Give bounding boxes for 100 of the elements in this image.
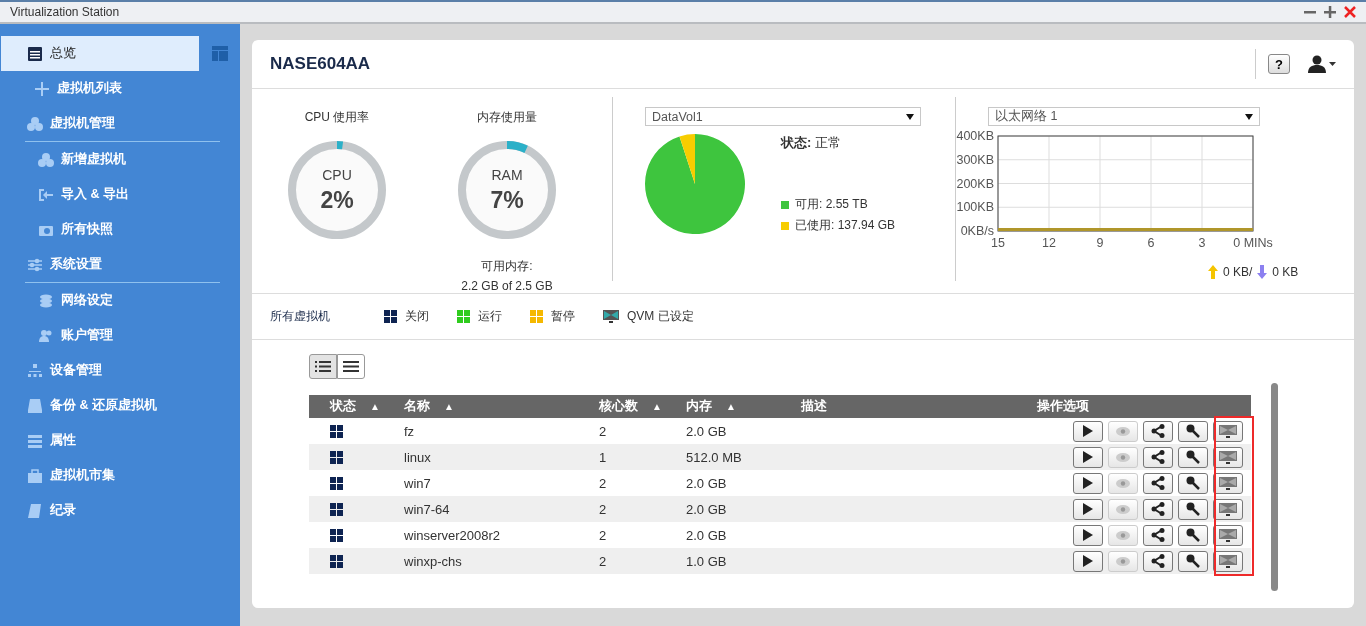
column-header[interactable]: 核心数: [599, 398, 638, 415]
table-cell-text: 512.0 MB: [685, 449, 743, 465]
console-button[interactable]: [1213, 472, 1243, 494]
sidebar-item[interactable]: 备份 & 还原虚拟机: [1, 388, 199, 423]
sidebar-item[interactable]: 网络设定: [0, 283, 220, 318]
table-cell-text: winxp-chs: [403, 553, 463, 569]
help-button[interactable]: ?: [1268, 54, 1290, 74]
key-button[interactable]: [1178, 446, 1208, 468]
key-button[interactable]: [1178, 524, 1208, 546]
table-cell-text: fz: [403, 423, 416, 439]
sidebar-item[interactable]: 属性: [1, 423, 199, 458]
console-button[interactable]: [1213, 420, 1243, 442]
axis-label: 12: [1042, 236, 1056, 250]
sort-arrow[interactable]: ▲: [726, 401, 736, 412]
console-button[interactable]: [1213, 524, 1243, 546]
share-icon: [1151, 424, 1165, 438]
sidebar-item[interactable]: 账户管理: [0, 318, 220, 353]
table-cell-text: 2.0 GB: [685, 423, 728, 439]
play-icon: [1083, 503, 1093, 515]
sidebar-item[interactable]: 所有快照: [0, 212, 220, 247]
detail-view-button[interactable]: [309, 354, 337, 379]
volume-select[interactable]: DataVol1: [645, 107, 921, 126]
interface-select[interactable]: 以太网络 1: [988, 107, 1260, 126]
key-button[interactable]: [1178, 420, 1208, 442]
sort-arrow[interactable]: ▲: [370, 401, 380, 412]
axis-label: 9: [1096, 236, 1104, 250]
share-icon: [1151, 450, 1165, 464]
maximize-icon[interactable]: [1324, 6, 1336, 18]
column-header[interactable]: 操作选项: [1037, 398, 1089, 415]
column-header[interactable]: 内存: [686, 398, 712, 415]
table-row[interactable]: winxp-chs 2 1.0 GB: [309, 548, 1251, 574]
column-header[interactable]: 描述: [801, 398, 827, 415]
memory-label: 可用内存:: [481, 258, 533, 275]
gauge-title: 内存使用量: [477, 109, 537, 126]
share-button[interactable]: [1143, 498, 1173, 520]
column-header[interactable]: 名称: [404, 398, 430, 415]
share-button[interactable]: [1143, 420, 1173, 442]
column-header[interactable]: 状态: [330, 398, 356, 415]
monitor-icon: [1219, 528, 1237, 542]
share-icon: [1151, 554, 1165, 568]
key-button[interactable]: [1178, 550, 1208, 572]
sidebar-item[interactable]: 设备管理: [1, 353, 199, 388]
gauge-label: CPU: [322, 166, 352, 183]
key-icon: [1186, 502, 1200, 516]
sidebar-item[interactable]: 总览: [1, 36, 199, 71]
gauge-value: 7%: [490, 186, 524, 214]
sidebar-item[interactable]: 新增虚拟机: [0, 142, 220, 177]
share-button[interactable]: [1143, 550, 1173, 572]
monitor-icon: [1219, 476, 1237, 490]
monitor-icon: [603, 310, 619, 323]
eye-icon: [1116, 452, 1130, 462]
table-cell-text: 2: [598, 527, 608, 543]
table-row[interactable]: win7-64 2 2.0 GB: [309, 496, 1251, 522]
sidebar-item[interactable]: 虚拟机管理: [1, 106, 199, 141]
share-button[interactable]: [1143, 472, 1173, 494]
play-button[interactable]: [1073, 446, 1103, 468]
play-button[interactable]: [1073, 420, 1103, 442]
play-icon: [1083, 425, 1093, 437]
share-button[interactable]: [1143, 446, 1173, 468]
key-button[interactable]: [1178, 498, 1208, 520]
share-button[interactable]: [1143, 524, 1173, 546]
sort-arrow[interactable]: ▲: [444, 401, 454, 412]
console-button[interactable]: [1213, 446, 1243, 468]
play-button[interactable]: [1073, 524, 1103, 546]
axis-label: 6: [1147, 236, 1155, 250]
window-title: Virtualization Station: [10, 5, 120, 19]
close-icon[interactable]: [1344, 6, 1356, 18]
legend-label: QVM 已设定: [627, 308, 694, 325]
axis-label: 0 MINs: [1233, 236, 1273, 250]
table-cell-text: 1.0 GB: [685, 553, 728, 569]
axis-label: 15: [991, 236, 1005, 250]
legend-label: 已使用: 137.94 GB: [795, 217, 896, 234]
gauge-value: 2%: [320, 186, 354, 214]
console-button[interactable]: [1213, 498, 1243, 520]
scrollbar[interactable]: [1271, 383, 1278, 591]
share-icon: [1151, 502, 1165, 516]
sidebar-item[interactable]: 导入 & 导出: [0, 177, 220, 212]
caret-icon: [1245, 113, 1253, 120]
sidebar-item[interactable]: 虚拟机列表: [0, 71, 220, 106]
sort-arrow[interactable]: ▲: [652, 401, 662, 412]
table-cell-text: 2: [598, 423, 608, 439]
eye-icon: [1116, 530, 1130, 540]
table-cell-text: 2: [598, 475, 608, 491]
play-icon: [1083, 451, 1093, 463]
play-button[interactable]: [1073, 472, 1103, 494]
key-button[interactable]: [1178, 472, 1208, 494]
eye-icon: [1116, 556, 1130, 566]
table-row[interactable]: linux 1 512.0 MB: [309, 444, 1251, 470]
play-button[interactable]: [1073, 550, 1103, 572]
console-button[interactable]: [1213, 550, 1243, 572]
sidebar-item[interactable]: 系统设置: [1, 247, 199, 282]
section-label: 所有虚拟机: [270, 308, 330, 325]
axis-label: 3: [1198, 236, 1206, 250]
play-button[interactable]: [1073, 498, 1103, 520]
key-icon: [1186, 528, 1200, 542]
sidebar-item[interactable]: 纪录: [1, 493, 199, 528]
user-icon[interactable]: [1308, 55, 1336, 73]
list-view-button[interactable]: [337, 354, 365, 379]
legend-label: 暂停: [551, 308, 575, 325]
sidebar-item[interactable]: 虚拟机市集: [1, 458, 199, 493]
